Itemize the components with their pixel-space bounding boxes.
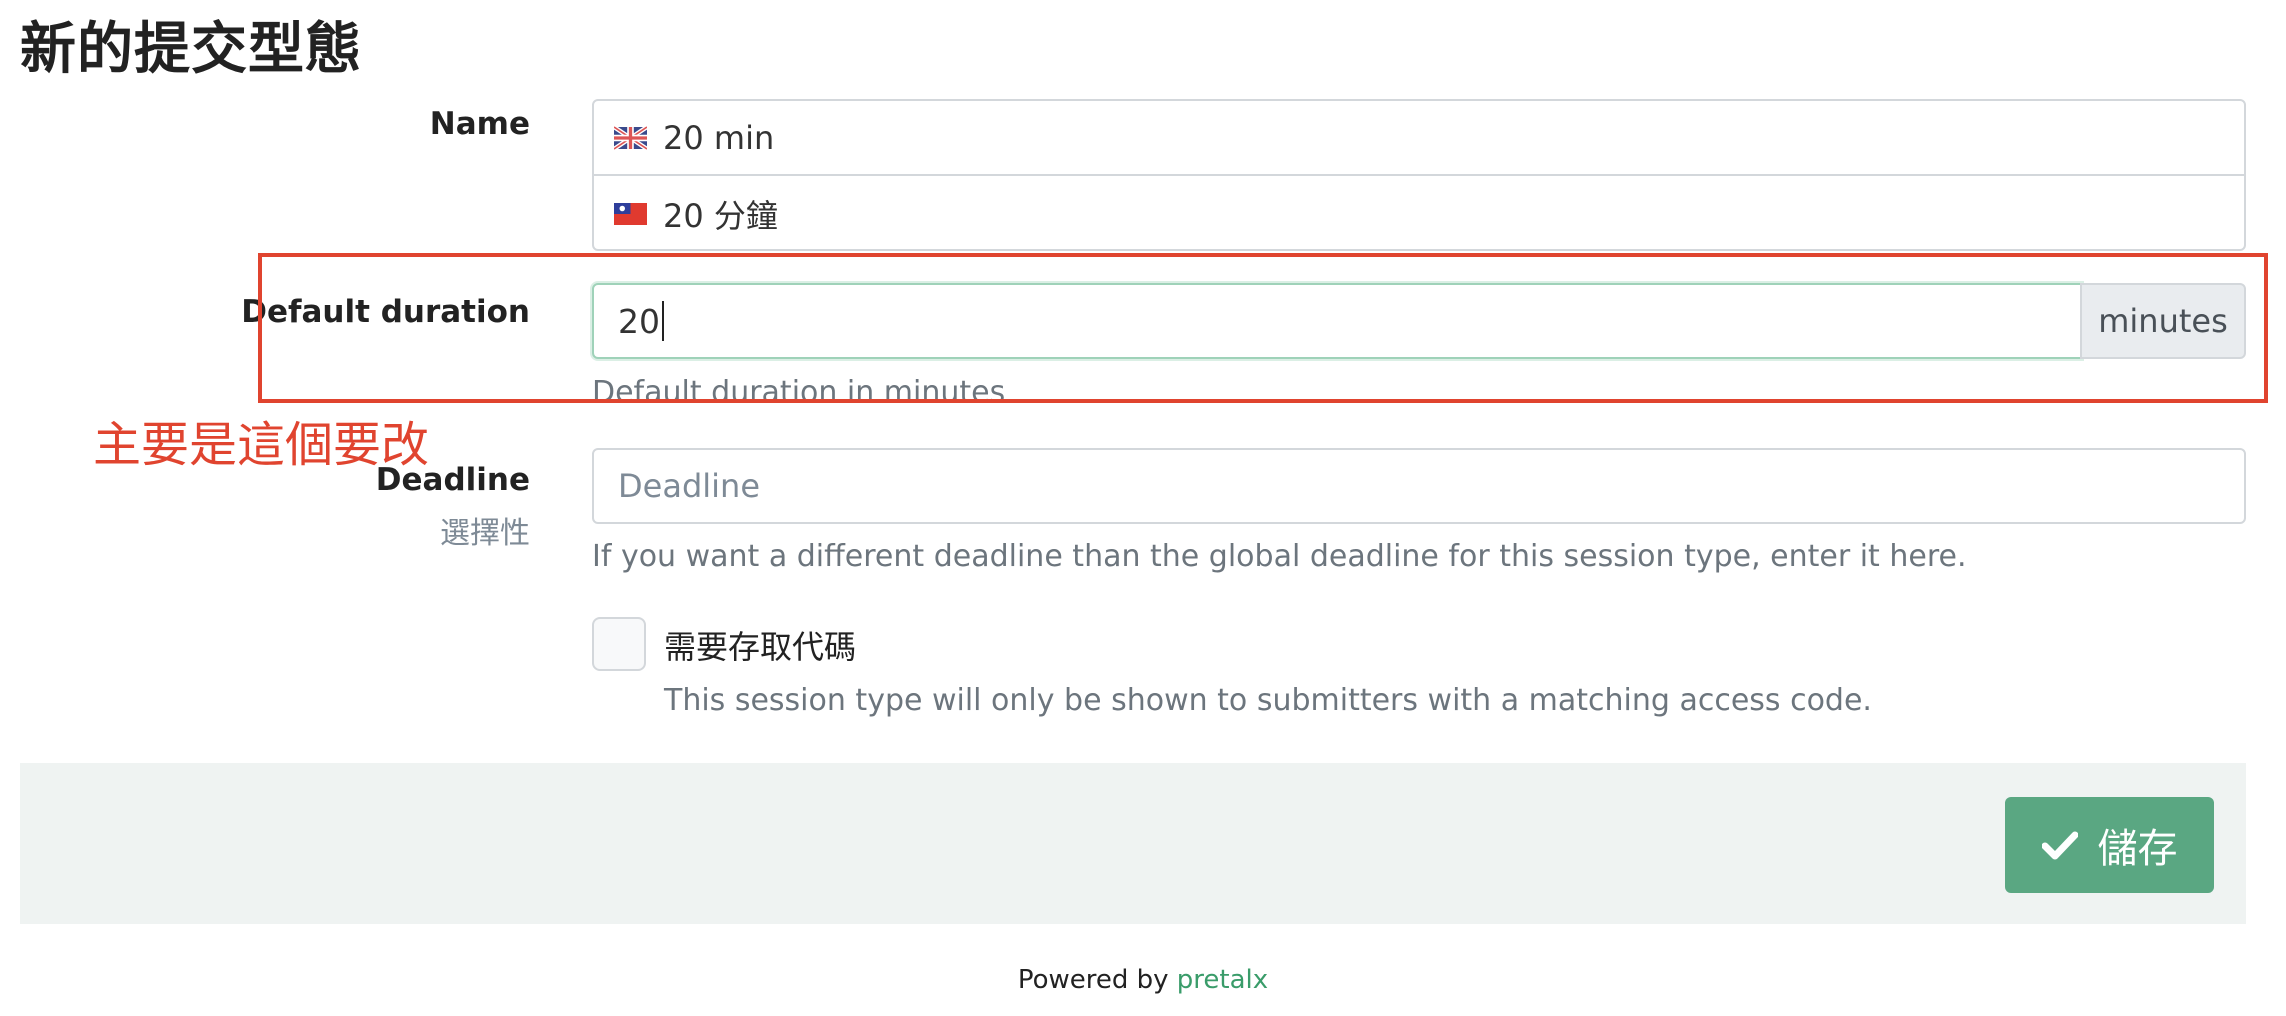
check-icon xyxy=(2041,831,2078,860)
requires-access-code-help: This session type will only be shown to … xyxy=(664,683,1872,718)
save-button-label: 儲存 xyxy=(2097,826,2178,872)
deadline-optional-label: 選擇性 xyxy=(440,516,530,551)
tw-flag-icon xyxy=(614,202,647,225)
gb-flag-icon xyxy=(614,125,647,150)
requires-access-code-label[interactable]: 需要存取代碼 xyxy=(664,622,856,668)
name-input-en[interactable]: 20 min xyxy=(594,101,2244,176)
deadline-placeholder: Deadline xyxy=(618,467,760,505)
name-value-zh: 20 分鐘 xyxy=(663,196,778,235)
submit-row xyxy=(20,763,2246,924)
name-field-group: 20 min 20 分鐘 xyxy=(592,99,2246,251)
deadline-label: Deadline xyxy=(375,462,530,498)
annotation-highlight-box xyxy=(258,253,2268,403)
page-title: 新的提交型態 xyxy=(20,17,362,82)
save-button[interactable]: 儲存 xyxy=(2005,797,2214,893)
deadline-input[interactable]: Deadline xyxy=(592,448,2246,524)
requires-access-code-checkbox[interactable] xyxy=(592,617,646,671)
deadline-help: If you want a different deadline than th… xyxy=(592,539,1967,574)
name-value-en: 20 min xyxy=(663,118,775,157)
pretalx-link[interactable]: pretalx xyxy=(1177,965,1268,995)
name-input-zh[interactable]: 20 分鐘 xyxy=(594,176,2244,251)
footer-prefix: Powered by xyxy=(1017,965,1169,995)
name-label: Name xyxy=(429,106,530,142)
footer: Powered by pretalx xyxy=(0,965,2286,995)
